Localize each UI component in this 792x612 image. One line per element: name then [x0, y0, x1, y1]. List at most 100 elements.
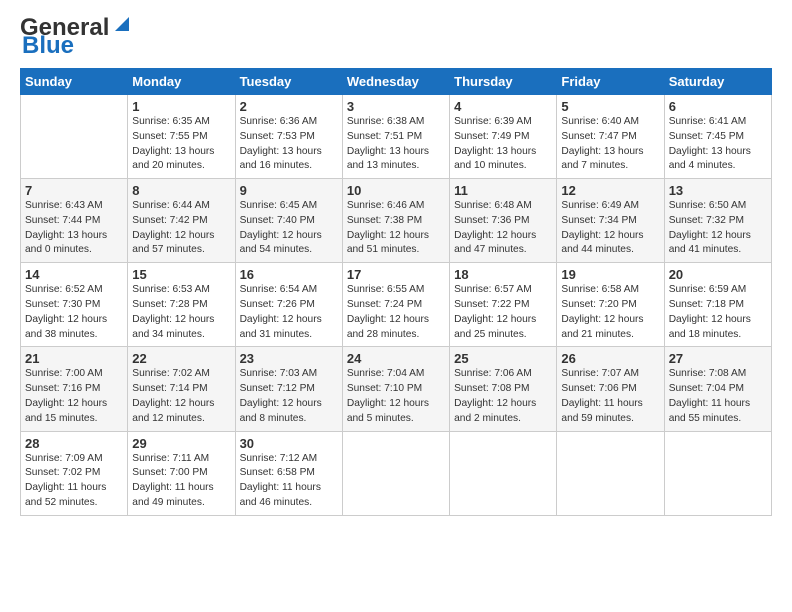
day-cell: 22Sunrise: 7:02 AMSunset: 7:14 PMDayligh… [128, 347, 235, 431]
day-number: 6 [669, 99, 767, 114]
day-cell: 15Sunrise: 6:53 AMSunset: 7:28 PMDayligh… [128, 263, 235, 347]
day-cell: 13Sunrise: 6:50 AMSunset: 7:32 PMDayligh… [664, 179, 771, 263]
header-row: SundayMondayTuesdayWednesdayThursdayFrid… [21, 69, 772, 95]
day-cell: 2Sunrise: 6:36 AMSunset: 7:53 PMDaylight… [235, 95, 342, 179]
day-info: Sunrise: 6:49 AMSunset: 7:34 PMDaylight:… [561, 199, 659, 258]
col-header-tuesday: Tuesday [235, 69, 342, 95]
day-number: 14 [25, 267, 123, 282]
logo-blue-text: Blue [22, 32, 74, 59]
day-cell: 21Sunrise: 7:00 AMSunset: 7:16 PMDayligh… [21, 347, 128, 431]
day-cell: 8Sunrise: 6:44 AMSunset: 7:42 PMDaylight… [128, 179, 235, 263]
day-number: 7 [25, 183, 123, 198]
day-cell: 26Sunrise: 7:07 AMSunset: 7:06 PMDayligh… [557, 347, 664, 431]
day-number: 4 [454, 99, 552, 114]
day-info: Sunrise: 6:41 AMSunset: 7:45 PMDaylight:… [669, 115, 767, 174]
col-header-friday: Friday [557, 69, 664, 95]
day-info: Sunrise: 6:45 AMSunset: 7:40 PMDaylight:… [240, 199, 338, 258]
day-cell [450, 431, 557, 515]
day-info: Sunrise: 7:03 AMSunset: 7:12 PMDaylight:… [240, 367, 338, 426]
day-cell: 24Sunrise: 7:04 AMSunset: 7:10 PMDayligh… [342, 347, 449, 431]
day-number: 8 [132, 183, 230, 198]
day-cell: 23Sunrise: 7:03 AMSunset: 7:12 PMDayligh… [235, 347, 342, 431]
day-number: 16 [240, 267, 338, 282]
day-cell: 29Sunrise: 7:11 AMSunset: 7:00 PMDayligh… [128, 431, 235, 515]
day-cell: 27Sunrise: 7:08 AMSunset: 7:04 PMDayligh… [664, 347, 771, 431]
day-cell [342, 431, 449, 515]
day-cell: 7Sunrise: 6:43 AMSunset: 7:44 PMDaylight… [21, 179, 128, 263]
col-header-thursday: Thursday [450, 69, 557, 95]
day-info: Sunrise: 7:04 AMSunset: 7:10 PMDaylight:… [347, 367, 445, 426]
day-cell: 4Sunrise: 6:39 AMSunset: 7:49 PMDaylight… [450, 95, 557, 179]
day-info: Sunrise: 6:44 AMSunset: 7:42 PMDaylight:… [132, 199, 230, 258]
day-cell: 17Sunrise: 6:55 AMSunset: 7:24 PMDayligh… [342, 263, 449, 347]
day-info: Sunrise: 7:07 AMSunset: 7:06 PMDaylight:… [561, 367, 659, 426]
day-cell: 1Sunrise: 6:35 AMSunset: 7:55 PMDaylight… [128, 95, 235, 179]
day-cell: 12Sunrise: 6:49 AMSunset: 7:34 PMDayligh… [557, 179, 664, 263]
day-number: 23 [240, 351, 338, 366]
day-number: 12 [561, 183, 659, 198]
day-cell: 19Sunrise: 6:58 AMSunset: 7:20 PMDayligh… [557, 263, 664, 347]
col-header-saturday: Saturday [664, 69, 771, 95]
day-info: Sunrise: 6:46 AMSunset: 7:38 PMDaylight:… [347, 199, 445, 258]
day-cell: 30Sunrise: 7:12 AMSunset: 6:58 PMDayligh… [235, 431, 342, 515]
day-info: Sunrise: 6:53 AMSunset: 7:28 PMDaylight:… [132, 283, 230, 342]
day-cell: 9Sunrise: 6:45 AMSunset: 7:40 PMDaylight… [235, 179, 342, 263]
day-info: Sunrise: 6:58 AMSunset: 7:20 PMDaylight:… [561, 283, 659, 342]
day-info: Sunrise: 7:09 AMSunset: 7:02 PMDaylight:… [25, 452, 123, 511]
day-cell [664, 431, 771, 515]
day-number: 18 [454, 267, 552, 282]
day-cell: 25Sunrise: 7:06 AMSunset: 7:08 PMDayligh… [450, 347, 557, 431]
day-cell: 18Sunrise: 6:57 AMSunset: 7:22 PMDayligh… [450, 263, 557, 347]
day-number: 25 [454, 351, 552, 366]
day-cell: 3Sunrise: 6:38 AMSunset: 7:51 PMDaylight… [342, 95, 449, 179]
day-info: Sunrise: 7:02 AMSunset: 7:14 PMDaylight:… [132, 367, 230, 426]
day-info: Sunrise: 6:55 AMSunset: 7:24 PMDaylight:… [347, 283, 445, 342]
day-cell: 20Sunrise: 6:59 AMSunset: 7:18 PMDayligh… [664, 263, 771, 347]
logo: General Blue [20, 16, 133, 58]
day-info: Sunrise: 6:57 AMSunset: 7:22 PMDaylight:… [454, 283, 552, 342]
logo-icon [111, 13, 133, 35]
day-cell [557, 431, 664, 515]
day-info: Sunrise: 6:52 AMSunset: 7:30 PMDaylight:… [25, 283, 123, 342]
day-info: Sunrise: 6:35 AMSunset: 7:55 PMDaylight:… [132, 115, 230, 174]
day-number: 3 [347, 99, 445, 114]
day-number: 21 [25, 351, 123, 366]
day-number: 30 [240, 436, 338, 451]
day-info: Sunrise: 6:54 AMSunset: 7:26 PMDaylight:… [240, 283, 338, 342]
day-number: 29 [132, 436, 230, 451]
day-info: Sunrise: 6:38 AMSunset: 7:51 PMDaylight:… [347, 115, 445, 174]
day-info: Sunrise: 7:08 AMSunset: 7:04 PMDaylight:… [669, 367, 767, 426]
day-info: Sunrise: 7:12 AMSunset: 6:58 PMDaylight:… [240, 452, 338, 511]
day-cell: 10Sunrise: 6:46 AMSunset: 7:38 PMDayligh… [342, 179, 449, 263]
day-number: 5 [561, 99, 659, 114]
day-info: Sunrise: 6:48 AMSunset: 7:36 PMDaylight:… [454, 199, 552, 258]
day-number: 27 [669, 351, 767, 366]
day-info: Sunrise: 6:59 AMSunset: 7:18 PMDaylight:… [669, 283, 767, 342]
col-header-sunday: Sunday [21, 69, 128, 95]
day-info: Sunrise: 6:36 AMSunset: 7:53 PMDaylight:… [240, 115, 338, 174]
day-number: 1 [132, 99, 230, 114]
day-number: 11 [454, 183, 552, 198]
day-cell [21, 95, 128, 179]
day-info: Sunrise: 7:00 AMSunset: 7:16 PMDaylight:… [25, 367, 123, 426]
day-cell: 28Sunrise: 7:09 AMSunset: 7:02 PMDayligh… [21, 431, 128, 515]
page: General Blue SundayMondayTuesdayWednesda… [0, 0, 792, 526]
day-number: 10 [347, 183, 445, 198]
week-row: 7Sunrise: 6:43 AMSunset: 7:44 PMDaylight… [21, 179, 772, 263]
day-number: 22 [132, 351, 230, 366]
day-info: Sunrise: 6:40 AMSunset: 7:47 PMDaylight:… [561, 115, 659, 174]
day-info: Sunrise: 7:11 AMSunset: 7:00 PMDaylight:… [132, 452, 230, 511]
day-info: Sunrise: 7:06 AMSunset: 7:08 PMDaylight:… [454, 367, 552, 426]
col-header-wednesday: Wednesday [342, 69, 449, 95]
day-number: 26 [561, 351, 659, 366]
day-info: Sunrise: 6:50 AMSunset: 7:32 PMDaylight:… [669, 199, 767, 258]
day-cell: 14Sunrise: 6:52 AMSunset: 7:30 PMDayligh… [21, 263, 128, 347]
day-number: 19 [561, 267, 659, 282]
day-number: 9 [240, 183, 338, 198]
day-cell: 6Sunrise: 6:41 AMSunset: 7:45 PMDaylight… [664, 95, 771, 179]
day-info: Sunrise: 6:39 AMSunset: 7:49 PMDaylight:… [454, 115, 552, 174]
week-row: 14Sunrise: 6:52 AMSunset: 7:30 PMDayligh… [21, 263, 772, 347]
day-cell: 5Sunrise: 6:40 AMSunset: 7:47 PMDaylight… [557, 95, 664, 179]
day-number: 13 [669, 183, 767, 198]
day-cell: 11Sunrise: 6:48 AMSunset: 7:36 PMDayligh… [450, 179, 557, 263]
